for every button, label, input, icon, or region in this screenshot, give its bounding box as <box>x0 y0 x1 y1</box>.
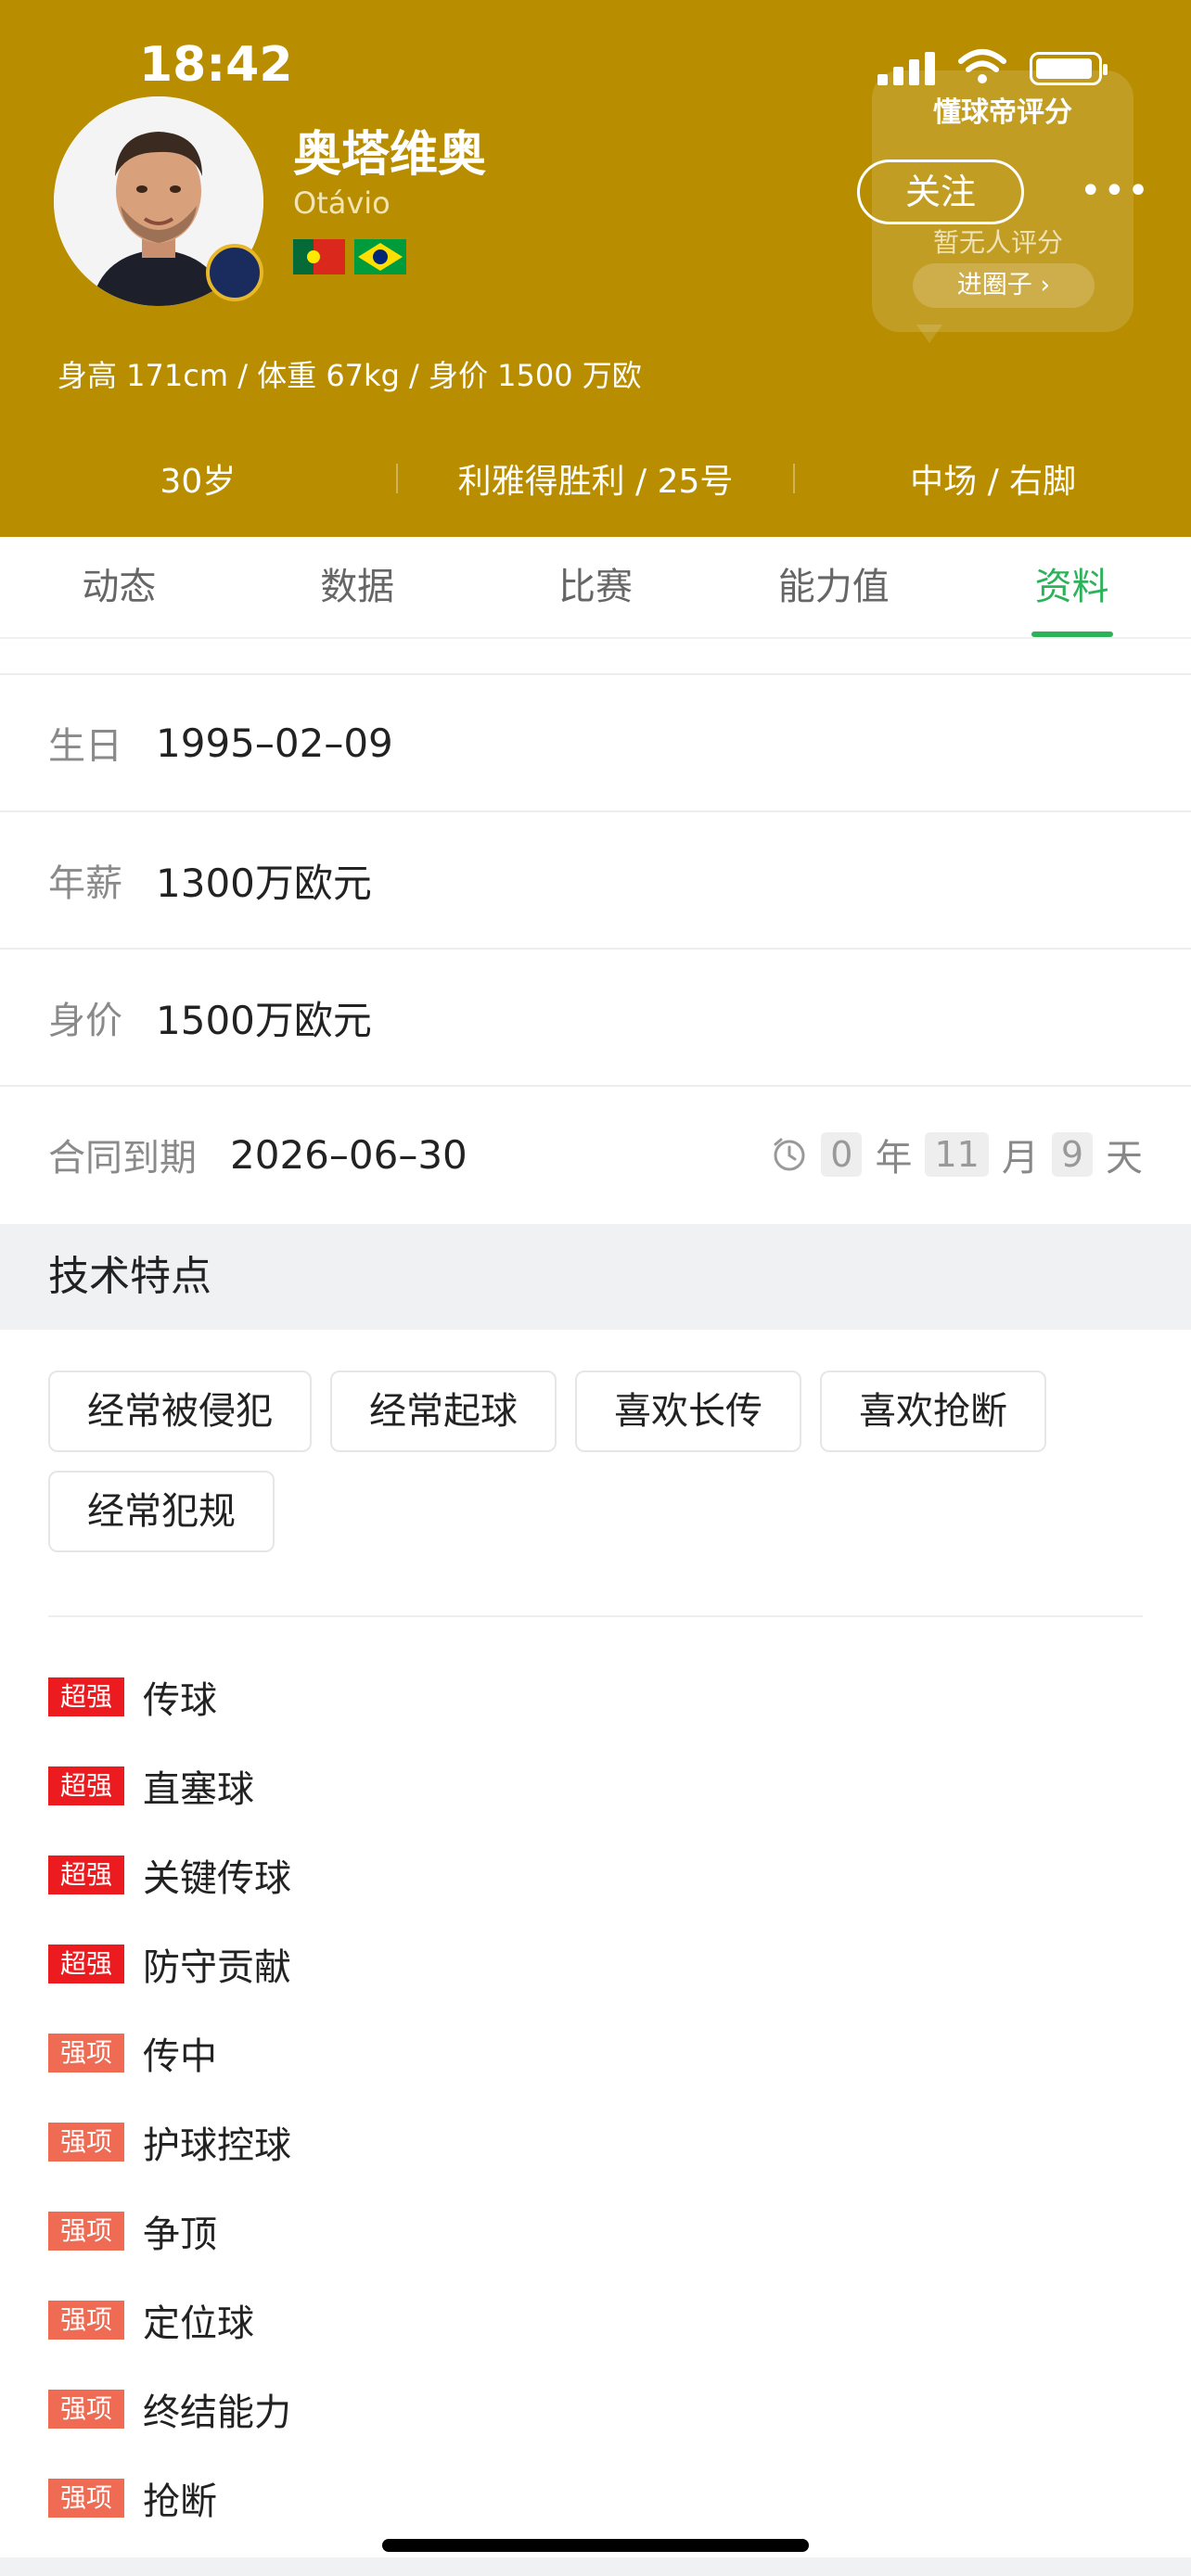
level-badge: 强项 <box>48 2034 124 2072</box>
home-indicator[interactable] <box>382 2539 809 2552</box>
player-header: 18:42 懂球帝评分 暂无人评分 进圈子 › 奥塔维奥 Otávio 身高 1… <box>0 0 1191 537</box>
player-age: 30岁 <box>160 463 237 501</box>
rating-card-tail <box>916 325 942 343</box>
tech-tag: 喜欢长传 <box>575 1371 801 1452</box>
tab-ability[interactable]: 能力值 <box>714 537 953 637</box>
player-position: 中场 / 右脚 <box>910 463 1077 501</box>
countdown-years: 0 <box>821 1132 863 1177</box>
technical-tags: 经常被侵犯 经常起球 喜欢长传 喜欢抢断 经常犯规 <box>48 1371 1143 1552</box>
info-row-contract: 合同到期 2026–06–30 0 年 11 月 9 天 <box>0 1085 1191 1222</box>
strength-item: 强项 护球控球 <box>48 2098 1143 2187</box>
follow-button[interactable]: 关注 <box>857 159 1024 224</box>
level-badge: 超强 <box>48 1855 124 1894</box>
level-badge: 强项 <box>48 2390 124 2429</box>
status-time: 18:42 <box>139 37 293 93</box>
countdown-years-unit: 年 <box>875 1137 913 1180</box>
rating-empty-text: 暂无人评分 <box>933 227 1064 258</box>
info-label: 生日 <box>48 725 122 768</box>
strength-label: 定位球 <box>143 2302 254 2345</box>
strength-label: 直塞球 <box>143 1768 254 1811</box>
strength-label: 传中 <box>143 2035 217 2078</box>
player-latin-name: Otávio <box>293 185 391 221</box>
strength-label: 关键传球 <box>143 1857 291 1900</box>
info-row-market-value: 身价 1500万欧元 <box>0 948 1191 1085</box>
level-badge: 超强 <box>48 1677 124 1716</box>
strength-item: 超强 直塞球 <box>48 1741 1143 1830</box>
level-badge: 超强 <box>48 1766 124 1805</box>
tech-tag: 经常起球 <box>330 1371 557 1452</box>
strength-label: 防守贡献 <box>143 1946 291 1989</box>
strength-item: 强项 定位球 <box>48 2276 1143 2365</box>
strength-label: 抢断 <box>143 2480 217 2523</box>
strength-label: 争顶 <box>143 2213 217 2256</box>
tab-profile[interactable]: 资料 <box>953 537 1191 637</box>
level-badge: 强项 <box>48 2301 124 2340</box>
strengths-list: 超强 传球 超强 直塞球 超强 关键传球 超强 防守贡献 强项 传中 强项 护球… <box>48 1652 1143 2543</box>
strength-item: 强项 抢断 <box>48 2454 1143 2543</box>
countdown-months: 11 <box>925 1132 989 1177</box>
player-bio: 身高 171cm / 体重 67kg / 身价 1500 万欧 <box>58 358 642 393</box>
info-row-salary: 年薪 1300万欧元 <box>0 810 1191 948</box>
tech-tag: 经常被侵犯 <box>48 1371 312 1452</box>
more-options-button[interactable]: ••• <box>1080 172 1149 210</box>
profile-tabs: 动态 数据 比赛 能力值 资料 <box>0 537 1191 639</box>
portugal-flag-icon <box>293 239 345 274</box>
info-value: 1500万欧元 <box>156 997 372 1043</box>
strength-item: 强项 传中 <box>48 2009 1143 2098</box>
level-badge: 强项 <box>48 2123 124 2162</box>
info-label: 年薪 <box>48 862 122 905</box>
info-row-birthday: 生日 1995–02–09 <box>0 673 1191 810</box>
player-info-list: 生日 1995–02–09 年薪 1300万欧元 身价 1500万欧元 合同到期… <box>0 673 1191 1222</box>
player-meta-row: 30岁 利雅得胜利 / 25号 中场 / 右脚 <box>0 449 1191 508</box>
contract-countdown: 0 年 11 月 9 天 <box>771 1128 1143 1181</box>
tab-matches[interactable]: 比赛 <box>477 537 715 637</box>
tab-news[interactable]: 动态 <box>0 537 238 637</box>
countdown-days-unit: 天 <box>1106 1137 1143 1180</box>
player-name: 奥塔维奥 <box>293 127 487 183</box>
player-club[interactable]: 利雅得胜利 / 25号 <box>398 454 794 503</box>
countdown-days: 9 <box>1051 1132 1093 1177</box>
strength-label: 传球 <box>143 1679 217 1722</box>
strength-item: 超强 防守贡献 <box>48 1919 1143 2009</box>
strength-label: 终结能力 <box>143 2391 291 2434</box>
info-value: 2026–06–30 <box>230 1131 467 1178</box>
club-badge-icon <box>206 244 263 301</box>
section-title-technical: 技术特点 <box>0 1224 1191 1330</box>
brazil-flag-icon <box>354 239 406 274</box>
level-badge: 强项 <box>48 2479 124 2518</box>
section-divider <box>48 1615 1143 1617</box>
tab-stats[interactable]: 数据 <box>238 537 477 637</box>
info-label: 身价 <box>48 1000 122 1042</box>
info-value: 1300万欧元 <box>156 860 372 906</box>
rating-title: 懂球帝评分 <box>933 96 1072 129</box>
bottom-strip <box>0 2557 1191 2576</box>
strength-item: 强项 争顶 <box>48 2187 1143 2276</box>
countdown-months-unit: 月 <box>1001 1137 1039 1180</box>
level-badge: 强项 <box>48 2212 124 2251</box>
strength-item: 强项 终结能力 <box>48 2365 1143 2454</box>
info-value: 1995–02–09 <box>156 720 393 766</box>
strength-item: 超强 传球 <box>48 1652 1143 1741</box>
alarm-clock-icon <box>774 1138 805 1171</box>
strength-label: 护球控球 <box>143 2124 291 2167</box>
tech-tag: 喜欢抢断 <box>820 1371 1046 1452</box>
info-label: 合同到期 <box>48 1137 197 1180</box>
tech-tag: 经常犯规 <box>48 1471 275 1552</box>
join-circle-button[interactable]: 进圈子 › <box>913 263 1095 308</box>
strength-item: 超强 关键传球 <box>48 1830 1143 1919</box>
level-badge: 超强 <box>48 1945 124 1983</box>
